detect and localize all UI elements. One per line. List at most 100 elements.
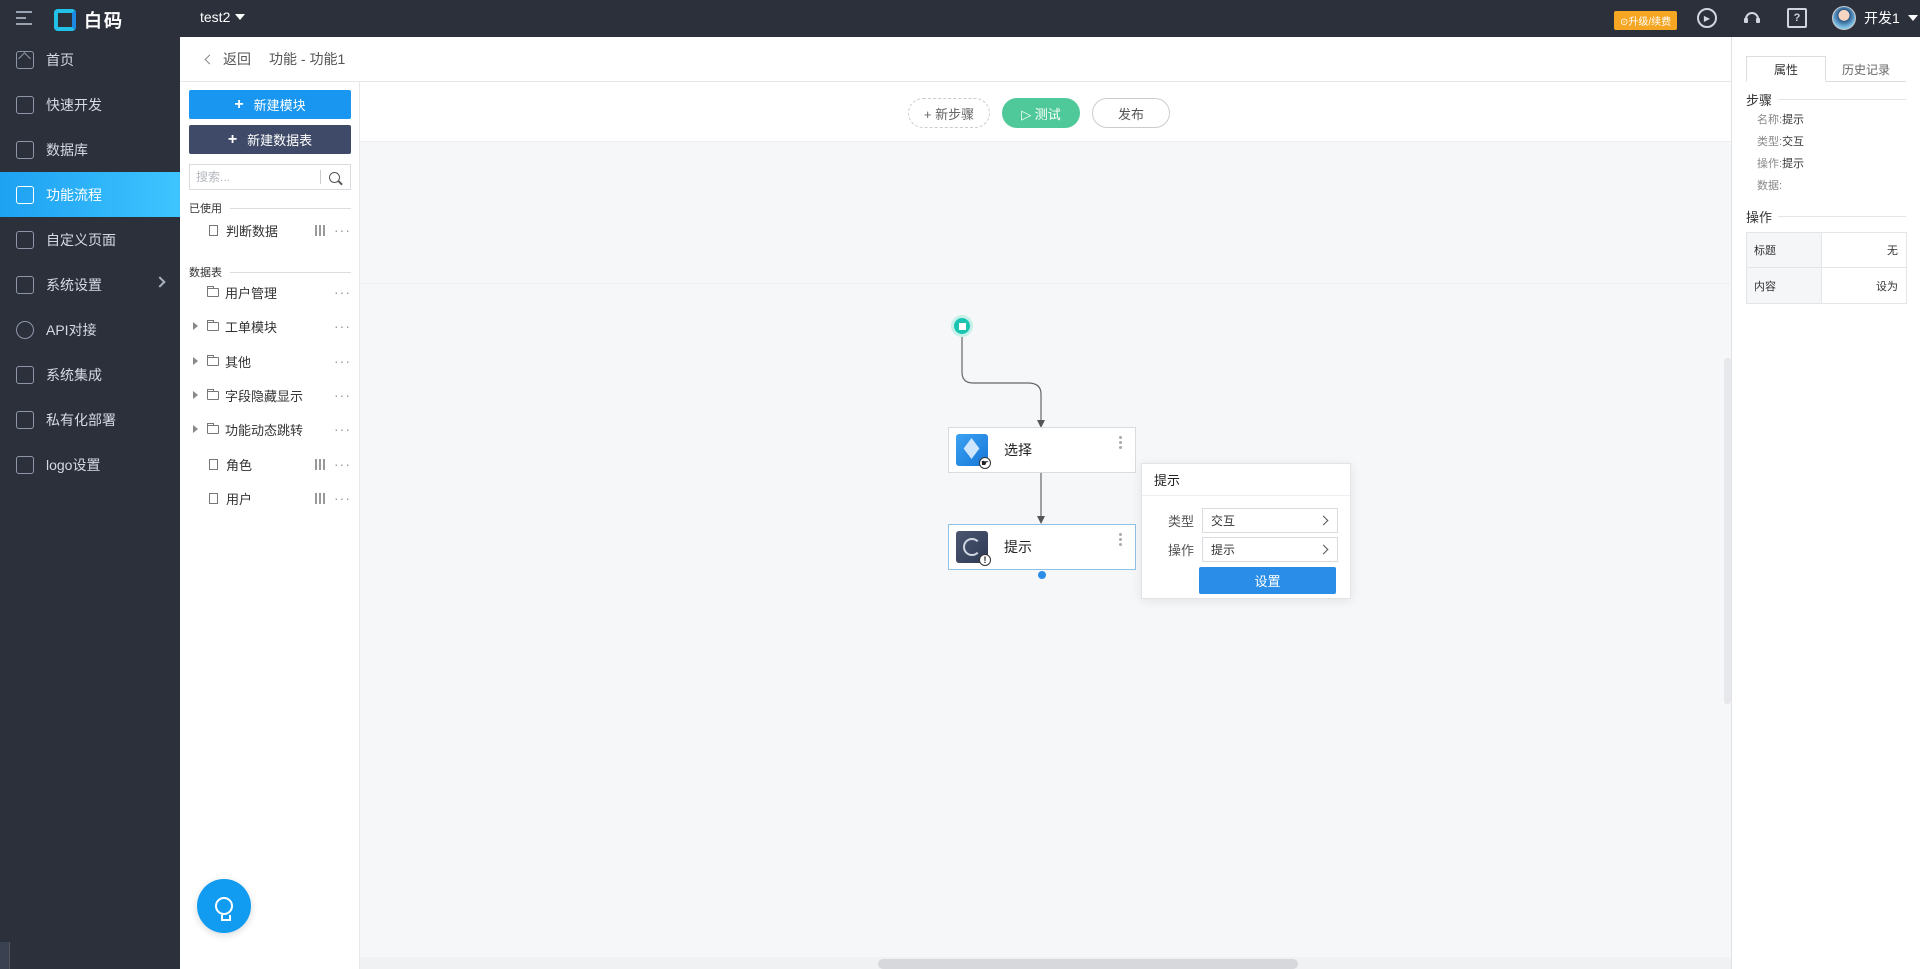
button-label: 新建数据表 bbox=[247, 133, 313, 148]
sliders-icon[interactable] bbox=[314, 492, 326, 504]
expand-toggle[interactable] bbox=[189, 357, 201, 365]
list-item[interactable]: 工单模块 ··· bbox=[189, 314, 359, 338]
play-icon[interactable]: ▶ bbox=[1697, 8, 1717, 28]
sidebar-item-integration[interactable]: 系统集成 bbox=[0, 352, 180, 397]
brand-name: 白码 bbox=[84, 11, 124, 31]
more-icon[interactable]: ··· bbox=[334, 223, 351, 237]
sliders-icon[interactable] bbox=[314, 458, 326, 470]
sidebar-item-label: 系统设置 bbox=[46, 276, 102, 293]
sidebar-item-api[interactable]: API对接 bbox=[0, 307, 180, 352]
menu-toggle-icon[interactable] bbox=[16, 11, 32, 25]
more-icon[interactable]: ··· bbox=[334, 388, 351, 402]
customer-service-icon[interactable] bbox=[1742, 8, 1762, 28]
sidebar-item-private-deploy[interactable]: 私有化部署 bbox=[0, 397, 180, 442]
prop-key: 类型: bbox=[1757, 136, 1783, 148]
chevron-right-icon bbox=[1318, 515, 1329, 526]
expand-toggle[interactable] bbox=[189, 322, 201, 330]
node-config-popover: 提示 类型 交互 操作 提示 设置 bbox=[1141, 463, 1351, 599]
user-menu[interactable]: 开发1 bbox=[1832, 6, 1918, 30]
sidebar-item-label: logo设置 bbox=[46, 456, 101, 473]
list-item-label: 工单模块 bbox=[225, 319, 278, 335]
flow-node-select[interactable]: ☛ 选择 bbox=[948, 427, 1136, 473]
more-icon[interactable]: ··· bbox=[334, 422, 351, 436]
section-step: 步骤 bbox=[1746, 90, 1906, 109]
module-panel: + 新建模块 + 新建数据表 已使用 判断数据 ··· 数据表 用户管理 ··· 工… bbox=[180, 82, 360, 969]
chevron-left-icon[interactable] bbox=[204, 54, 215, 64]
op-select[interactable]: 提示 bbox=[1202, 537, 1338, 562]
more-vertical-icon[interactable] bbox=[1113, 436, 1127, 449]
expand-toggle[interactable] bbox=[189, 425, 201, 433]
back-link[interactable]: 返回 bbox=[223, 49, 251, 69]
horizontal-scrollbar[interactable] bbox=[360, 957, 1731, 969]
more-icon[interactable]: ··· bbox=[334, 319, 351, 333]
connection-anchor[interactable] bbox=[1038, 571, 1046, 579]
expand-toggle[interactable] bbox=[189, 391, 201, 399]
table-row[interactable]: 内容 设为 bbox=[1747, 268, 1906, 303]
more-icon[interactable]: ··· bbox=[334, 457, 351, 471]
group-title-label: 已使用 bbox=[189, 203, 222, 215]
app-switcher[interactable]: test2 bbox=[200, 9, 246, 25]
list-item[interactable]: 功能动态跳转 ··· bbox=[189, 417, 359, 441]
new-module-button[interactable]: + 新建模块 bbox=[189, 90, 351, 119]
select-cube-icon: ☛ bbox=[956, 434, 991, 469]
more-icon[interactable]: ··· bbox=[334, 491, 351, 505]
tab-properties[interactable]: 属性 bbox=[1746, 56, 1826, 82]
sidebar-item-home[interactable]: 首页 bbox=[0, 37, 180, 82]
sidebar-item-settings[interactable]: 系统设置 bbox=[0, 262, 180, 307]
list-item[interactable]: 用户 ··· bbox=[189, 486, 359, 510]
file-icon bbox=[209, 492, 218, 504]
settings-button[interactable]: 设置 bbox=[1199, 567, 1336, 594]
popover-title: 提示 bbox=[1142, 464, 1350, 496]
row-key: 标题 bbox=[1747, 233, 1822, 267]
scrollbar-thumb[interactable] bbox=[878, 959, 1298, 969]
sidebar-item-quick-dev[interactable]: 快速开发 bbox=[0, 82, 180, 127]
tips-button[interactable] bbox=[197, 879, 251, 933]
search-icon[interactable] bbox=[329, 171, 340, 183]
start-node[interactable] bbox=[951, 315, 973, 337]
flow-canvas[interactable]: + 新步骤 ▷ 测试 发布 ☛ 选择 ! 提示 提示 类型 交互 操作 提示 设… bbox=[360, 82, 1731, 969]
logo-mark-icon bbox=[54, 9, 76, 31]
list-item-label: 其他 bbox=[225, 354, 252, 370]
sidebar-item-logo-settings[interactable]: logo设置 bbox=[0, 442, 180, 487]
new-table-button[interactable]: + 新建数据表 bbox=[189, 125, 351, 154]
sliders-icon[interactable] bbox=[314, 224, 326, 236]
folder-icon bbox=[207, 388, 219, 400]
logo[interactable]: 白码 bbox=[54, 7, 124, 33]
api-icon bbox=[16, 320, 34, 339]
sidebar-item-label: 首页 bbox=[46, 51, 74, 68]
more-icon[interactable]: ··· bbox=[334, 354, 351, 368]
table-row[interactable]: 标题 无 bbox=[1747, 233, 1906, 268]
search-input[interactable] bbox=[190, 166, 320, 188]
list-item-label: 判断数据 bbox=[226, 223, 279, 239]
list-item[interactable]: 其他 ··· bbox=[189, 349, 359, 373]
prop-value: 提示 bbox=[1782, 114, 1805, 126]
prop-operation: 操作:提示 bbox=[1757, 155, 1804, 171]
page-icon bbox=[16, 230, 34, 249]
more-vertical-icon[interactable] bbox=[1113, 533, 1127, 546]
breadcrumb: 返回 功能 - 功能1 bbox=[180, 37, 1731, 82]
help-icon[interactable]: ? bbox=[1787, 8, 1807, 28]
sidebar-item-database[interactable]: 数据库 bbox=[0, 127, 180, 172]
sidebar-resize-handle[interactable] bbox=[0, 942, 10, 969]
sidebar-item-flow[interactable]: 功能流程 bbox=[0, 172, 180, 217]
sidebar-item-custom-page[interactable]: 自定义页面 bbox=[0, 217, 180, 262]
flow-node-prompt[interactable]: ! 提示 bbox=[948, 524, 1136, 570]
sidebar-item-label: API对接 bbox=[46, 321, 97, 338]
flow-icon bbox=[16, 185, 34, 204]
type-label: 类型 bbox=[1167, 514, 1194, 529]
upgrade-badge[interactable]: ⊙升级/续费 bbox=[1614, 11, 1678, 30]
flow-node-label: 提示 bbox=[1004, 539, 1032, 555]
list-item[interactable]: 字段隐藏显示 ··· bbox=[189, 383, 359, 407]
row-value: 无 bbox=[1887, 245, 1898, 257]
more-icon[interactable]: ··· bbox=[334, 285, 351, 299]
tab-history[interactable]: 历史记录 bbox=[1826, 56, 1906, 82]
user-name: 开发1 bbox=[1864, 10, 1900, 26]
caret-down-icon bbox=[235, 14, 246, 20]
list-item[interactable]: 用户管理 ··· bbox=[189, 280, 359, 304]
list-item[interactable]: 角色 ··· bbox=[189, 452, 359, 476]
vertical-scrollbar[interactable] bbox=[1724, 358, 1731, 704]
list-item[interactable]: 判断数据 ··· bbox=[189, 218, 359, 242]
prop-data: 数据: bbox=[1757, 177, 1782, 193]
type-select[interactable]: 交互 bbox=[1202, 508, 1338, 533]
database-icon bbox=[16, 140, 34, 159]
